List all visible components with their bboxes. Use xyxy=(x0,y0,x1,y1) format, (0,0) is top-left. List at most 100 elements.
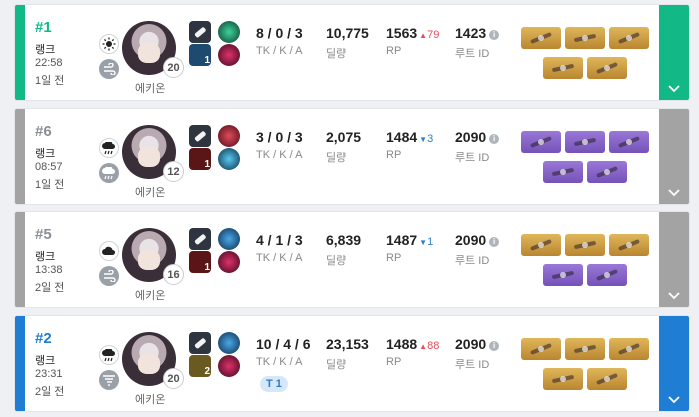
expand-panel xyxy=(659,5,689,100)
rain-cloud-icon xyxy=(99,138,119,158)
damage-value: 23,153 xyxy=(326,336,369,352)
expand-panel xyxy=(659,109,689,204)
route-label: 루트 ID xyxy=(455,152,490,164)
rain-cloud-icon xyxy=(99,345,119,365)
game-mode: 랭크 xyxy=(35,251,56,263)
info-icon[interactable]: i xyxy=(489,341,500,351)
equipment-item[interactable] xyxy=(587,368,627,390)
sun-icon xyxy=(99,34,119,54)
character-name: 에키온 xyxy=(135,290,166,302)
route-number[interactable]: 2090 xyxy=(455,336,486,352)
equipment-item[interactable] xyxy=(587,264,627,286)
damage-label: 딜량 xyxy=(326,255,347,267)
tactical-skill-icon[interactable]: 1 xyxy=(189,44,211,66)
game-mode: 랭크 xyxy=(35,44,56,56)
tactical-skill-icon[interactable]: 2 xyxy=(189,355,211,377)
rp-number: 1487 xyxy=(386,232,418,248)
time-ago: 2일 전 xyxy=(35,386,65,398)
equipment-item[interactable] xyxy=(543,368,583,390)
time-ago: 1일 전 xyxy=(35,179,65,191)
expand-toggle[interactable] xyxy=(659,182,689,204)
equipment-item[interactable] xyxy=(543,161,583,183)
damage-label: 딜량 xyxy=(326,359,347,371)
wind-icon xyxy=(99,266,119,286)
match-card[interactable]: #2 랭크 23:31 2일 전 20 에키온 2 10 / 4 / 6 TK / K / A T… xyxy=(14,315,690,412)
damage-value: 10,775 xyxy=(326,25,369,41)
equipment-item[interactable] xyxy=(609,234,649,256)
route-number[interactable]: 2090 xyxy=(455,129,486,145)
expand-toggle[interactable] xyxy=(659,285,689,307)
weapon-skill-icon[interactable] xyxy=(189,332,211,354)
cloud-icon xyxy=(99,241,119,261)
trait-main-icon[interactable] xyxy=(218,228,240,250)
trait-main-icon[interactable] xyxy=(218,21,240,43)
kda-label: TK / K / A xyxy=(256,45,303,57)
match-card[interactable]: #5 랭크 13:38 2일 전 16 에키온 1 4 / 1 / 3 TK / K / A 6,… xyxy=(14,211,690,308)
trait-sub-icon[interactable] xyxy=(218,355,240,377)
expand-toggle[interactable] xyxy=(659,389,689,411)
route-id: 1423 i xyxy=(455,25,500,41)
rank-text: #6 xyxy=(35,123,52,140)
wind-icon xyxy=(99,59,119,79)
character-name: 에키온 xyxy=(135,83,166,95)
match-time: 23:31 xyxy=(35,368,63,380)
level-badge: 20 xyxy=(163,57,184,78)
match-time: 22:58 xyxy=(35,57,63,69)
equipment-item[interactable] xyxy=(587,57,627,79)
match-card[interactable]: #6 랭크 08:57 1일 전 12 에키온 1 3 / 0 / 3 TK / K / A 2,… xyxy=(14,108,690,205)
tactical-skill-icon[interactable]: 1 xyxy=(189,251,211,273)
kda-value: 4 / 1 / 3 xyxy=(256,232,303,248)
trait-sub-icon[interactable] xyxy=(218,44,240,66)
chevron-down-icon xyxy=(668,85,680,93)
skill-count: 1 xyxy=(204,55,210,66)
trait-main-icon[interactable] xyxy=(218,332,240,354)
equipment-item[interactable] xyxy=(521,131,561,153)
rp-down-arrow-icon: ▼ xyxy=(419,135,428,144)
equipment-item[interactable] xyxy=(565,338,605,360)
trait-sub-icon[interactable] xyxy=(218,251,240,273)
rp-label: RP xyxy=(386,356,402,368)
weapon-skill-icon[interactable] xyxy=(189,228,211,250)
rp-label: RP xyxy=(386,45,402,57)
rp-value: 1488 ▲88 xyxy=(386,336,439,352)
rp-label: RP xyxy=(386,149,402,161)
weapon-skill-icon[interactable] xyxy=(189,125,211,147)
info-icon[interactable]: i xyxy=(489,237,500,247)
info-icon[interactable]: i xyxy=(489,30,500,40)
rp-value: 1487 ▼1 xyxy=(386,232,433,248)
trait-main-icon[interactable] xyxy=(218,125,240,147)
equipment-item[interactable] xyxy=(565,27,605,49)
info-icon[interactable]: i xyxy=(489,134,500,144)
kda-label: TK / K / A xyxy=(256,252,303,264)
rp-delta: 79 xyxy=(427,29,440,41)
equipment-item[interactable] xyxy=(565,131,605,153)
expand-panel xyxy=(659,316,689,411)
route-number[interactable]: 1423 xyxy=(455,25,486,41)
equipment-item[interactable] xyxy=(609,338,649,360)
character-name: 에키온 xyxy=(135,394,166,406)
rp-up-arrow-icon: ▲ xyxy=(419,342,428,351)
tactical-skill-icon[interactable]: 1 xyxy=(189,148,211,170)
expand-toggle[interactable] xyxy=(659,78,689,100)
equipment-item[interactable] xyxy=(609,27,649,49)
equipment-item[interactable] xyxy=(565,234,605,256)
weapon-skill-icon[interactable] xyxy=(189,21,211,43)
equipment-item[interactable] xyxy=(543,264,583,286)
equipment-item[interactable] xyxy=(521,338,561,360)
chevron-down-icon xyxy=(668,396,680,404)
equipment-item[interactable] xyxy=(521,27,561,49)
rank-text: #1 xyxy=(35,19,52,36)
trait-sub-icon[interactable] xyxy=(218,148,240,170)
match-time: 13:38 xyxy=(35,264,63,276)
route-number[interactable]: 2090 xyxy=(455,232,486,248)
equipment-item[interactable] xyxy=(521,234,561,256)
result-stripe xyxy=(15,5,25,100)
rp-number: 1563 xyxy=(386,25,418,41)
rp-delta: 1 xyxy=(427,236,434,248)
equipment-item[interactable] xyxy=(587,161,627,183)
match-card[interactable]: #1 랭크 22:58 1일 전 20 에키온 1 8 / 0 / 3 TK / K / A 10… xyxy=(14,4,690,101)
kda-value: 3 / 0 / 3 xyxy=(256,129,303,145)
equipment-item[interactable] xyxy=(543,57,583,79)
damage-value: 2,075 xyxy=(326,129,362,145)
equipment-item[interactable] xyxy=(609,131,649,153)
